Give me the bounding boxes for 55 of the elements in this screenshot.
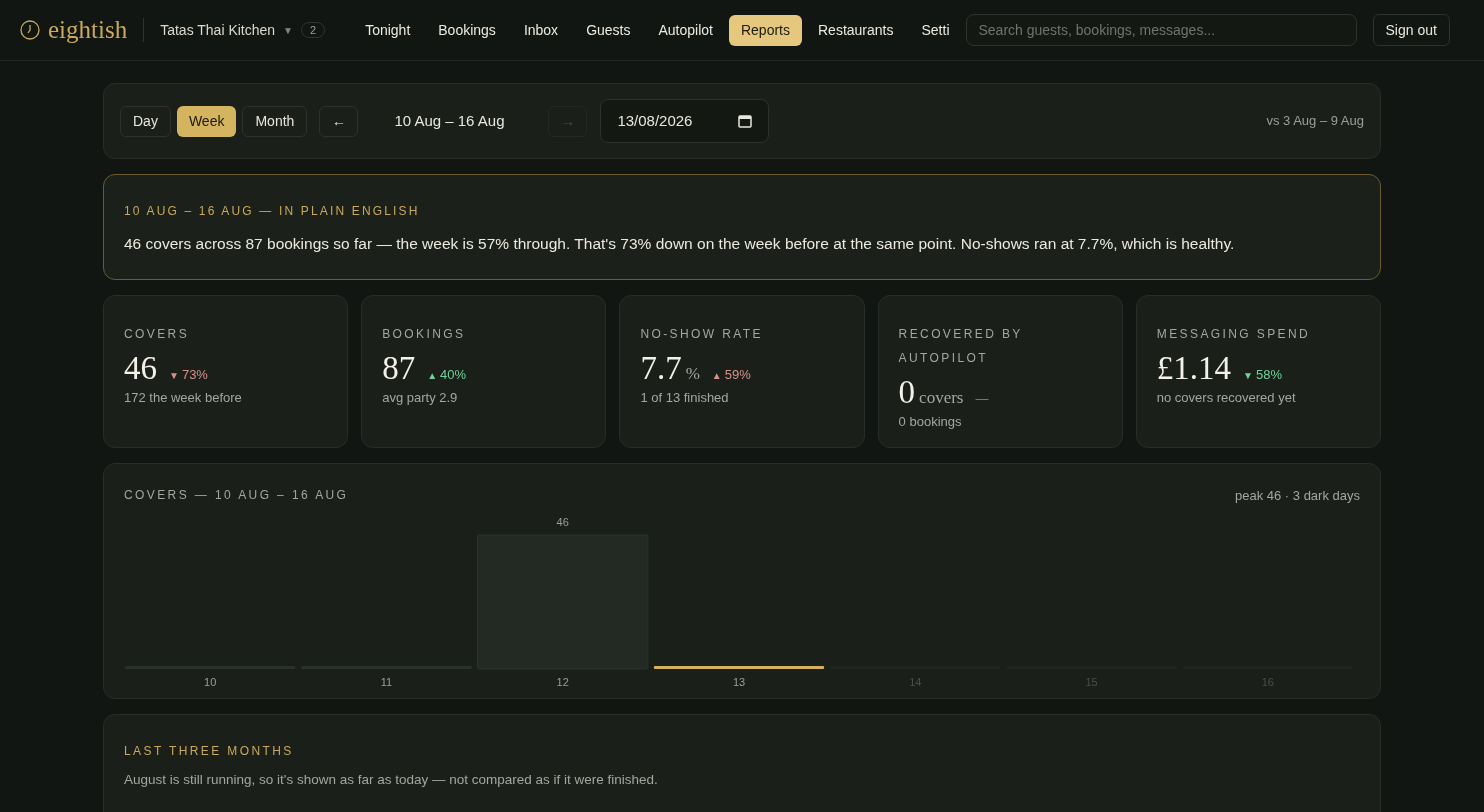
axis-label: 11 [380, 675, 393, 688]
caret-icon: ▼ [283, 22, 293, 38]
change-indicator: ▼ 58% [1243, 366, 1282, 385]
nav-tab[interactable]: Guests [574, 14, 643, 46]
comparison-label: vs 3 Aug – 9 Aug [1266, 112, 1364, 131]
stat-note: 0 bookings [898, 413, 963, 432]
stat-value: £1.14 [1156, 349, 1232, 389]
stat-value: 46 [124, 349, 157, 389]
stat-label: BOOKINGS [382, 326, 467, 344]
period-option[interactable]: Week [176, 105, 237, 137]
restaurant-selector[interactable]: Tatas Thai Kitchen [160, 19, 276, 41]
logo[interactable]: eightish [48, 11, 128, 49]
summary-title: 10 AUG – 16 AUG — IN PLAIN ENGLISH [124, 203, 421, 220]
period-option[interactable]: Day [120, 105, 171, 137]
sign-out-button[interactable]: Sign out [1372, 14, 1450, 46]
nav-tab[interactable]: Inbox [511, 14, 571, 46]
stat-label: COVERS [124, 326, 191, 344]
stat-note: 172 the week before [124, 389, 243, 408]
axis-label: 12 [556, 675, 569, 688]
nav-tab[interactable]: Reports [728, 14, 802, 46]
date-range: 10 Aug – 16 Aug [394, 110, 506, 131]
stat-unit: covers [919, 387, 964, 410]
nav-tab[interactable]: Bookings [426, 14, 508, 46]
date-field[interactable]: 13/08/2026 [600, 99, 770, 143]
period-option[interactable]: Month [242, 105, 308, 137]
stat-value: 7.7 [640, 349, 682, 389]
chart-meta: peak 46 · 3 dark days [1234, 487, 1360, 506]
axis-label: 10 [204, 675, 217, 688]
stat-unit: % [685, 363, 700, 386]
nav-tab[interactable]: Tonight [353, 14, 423, 46]
stat-note: no covers recovered yet [1156, 389, 1297, 408]
months-title: LAST THREE MONTHS [124, 742, 295, 760]
nav-tab[interactable]: Restaurants [806, 14, 906, 46]
stat-label: MESSAGING SPEND [1156, 326, 1312, 344]
change-indicator: ▲ 59% [711, 366, 751, 385]
stat-label: RECOVERED BY AUTOPILOT [898, 326, 1024, 368]
clock-icon [20, 20, 40, 40]
summary-text: 46 covers across 87 bookings so far — the week is 57% through. That's 73% down on the week before at the same point. No-shows ran at 7.7%, which is healthy. [124, 234, 1236, 254]
axis-label: 13 [732, 675, 746, 688]
nav-tab[interactable]: Autopilot [646, 14, 725, 46]
stat-value: 87 [382, 349, 416, 389]
months-text: August is still running, so it's shown as far as today — not compared as if it were finished. [124, 770, 659, 789]
stat-note: 1 of 13 finished [640, 389, 730, 408]
change-indicator: — [975, 390, 989, 409]
nav-tab[interactable]: Setti [909, 14, 962, 46]
stat-note: avg party 2.9 [382, 389, 459, 408]
search-field[interactable]: Search guests, bookings, messages... [965, 14, 1357, 46]
change-indicator: ▲ 40% [427, 366, 467, 385]
bar-value: 46 [556, 515, 569, 528]
stat-label: NO-SHOW RATE [640, 326, 764, 344]
change-indicator: ▼ 73% [169, 366, 208, 385]
chart-title: COVERS — 10 AUG – 16 AUG [124, 487, 349, 505]
stat-value: 0 [898, 373, 916, 413]
previous-button[interactable]: ← [319, 105, 359, 137]
calendar-icon [738, 114, 753, 128]
